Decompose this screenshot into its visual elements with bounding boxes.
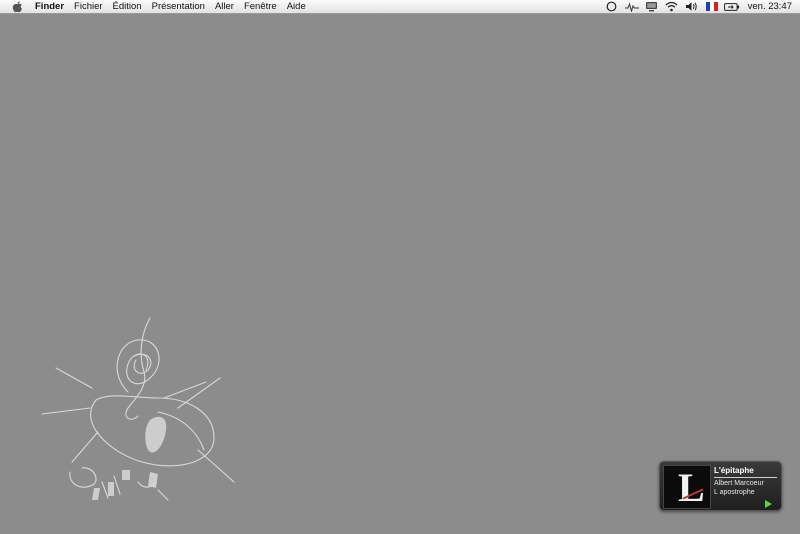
album-art: L [663, 465, 711, 509]
now-playing-widget[interactable]: L L'épitaphe Albert Marcoeur L apostroph… [659, 461, 782, 511]
apple-menu-icon[interactable] [10, 0, 24, 14]
track-title: L'épitaphe [714, 466, 754, 475]
track-artist: Albert Marcoeur [714, 480, 764, 487]
menu-aide[interactable]: Aide [282, 0, 311, 14]
menu-edition[interactable]: Édition [108, 0, 147, 14]
menu-app-finder[interactable]: Finder [33, 0, 69, 14]
title-divider [714, 477, 777, 478]
menu-presentation[interactable]: Présentation [147, 0, 210, 14]
menu-fenetre[interactable]: Fenêtre [239, 0, 282, 14]
play-icon[interactable] [765, 500, 772, 508]
desktop-sketch-drawing [41, 317, 235, 501]
menu-extras: ven. 23:47 [602, 0, 800, 14]
volume-icon[interactable] [684, 0, 700, 14]
french-flag-icon[interactable] [704, 0, 720, 14]
circle-icon[interactable] [604, 0, 620, 14]
menu-bar: Finder Fichier Édition Présentation Alle… [0, 0, 800, 14]
wifi-icon[interactable] [664, 0, 680, 14]
menu-fichier[interactable]: Fichier [69, 0, 108, 14]
airport-signal-icon[interactable] [624, 0, 640, 14]
menu-clock[interactable]: ven. 23:47 [748, 1, 792, 12]
battery-icon[interactable] [723, 0, 740, 14]
display-icon[interactable] [644, 0, 660, 14]
track-album: L apostrophe [714, 489, 755, 496]
menu-aller[interactable]: Aller [210, 0, 239, 14]
